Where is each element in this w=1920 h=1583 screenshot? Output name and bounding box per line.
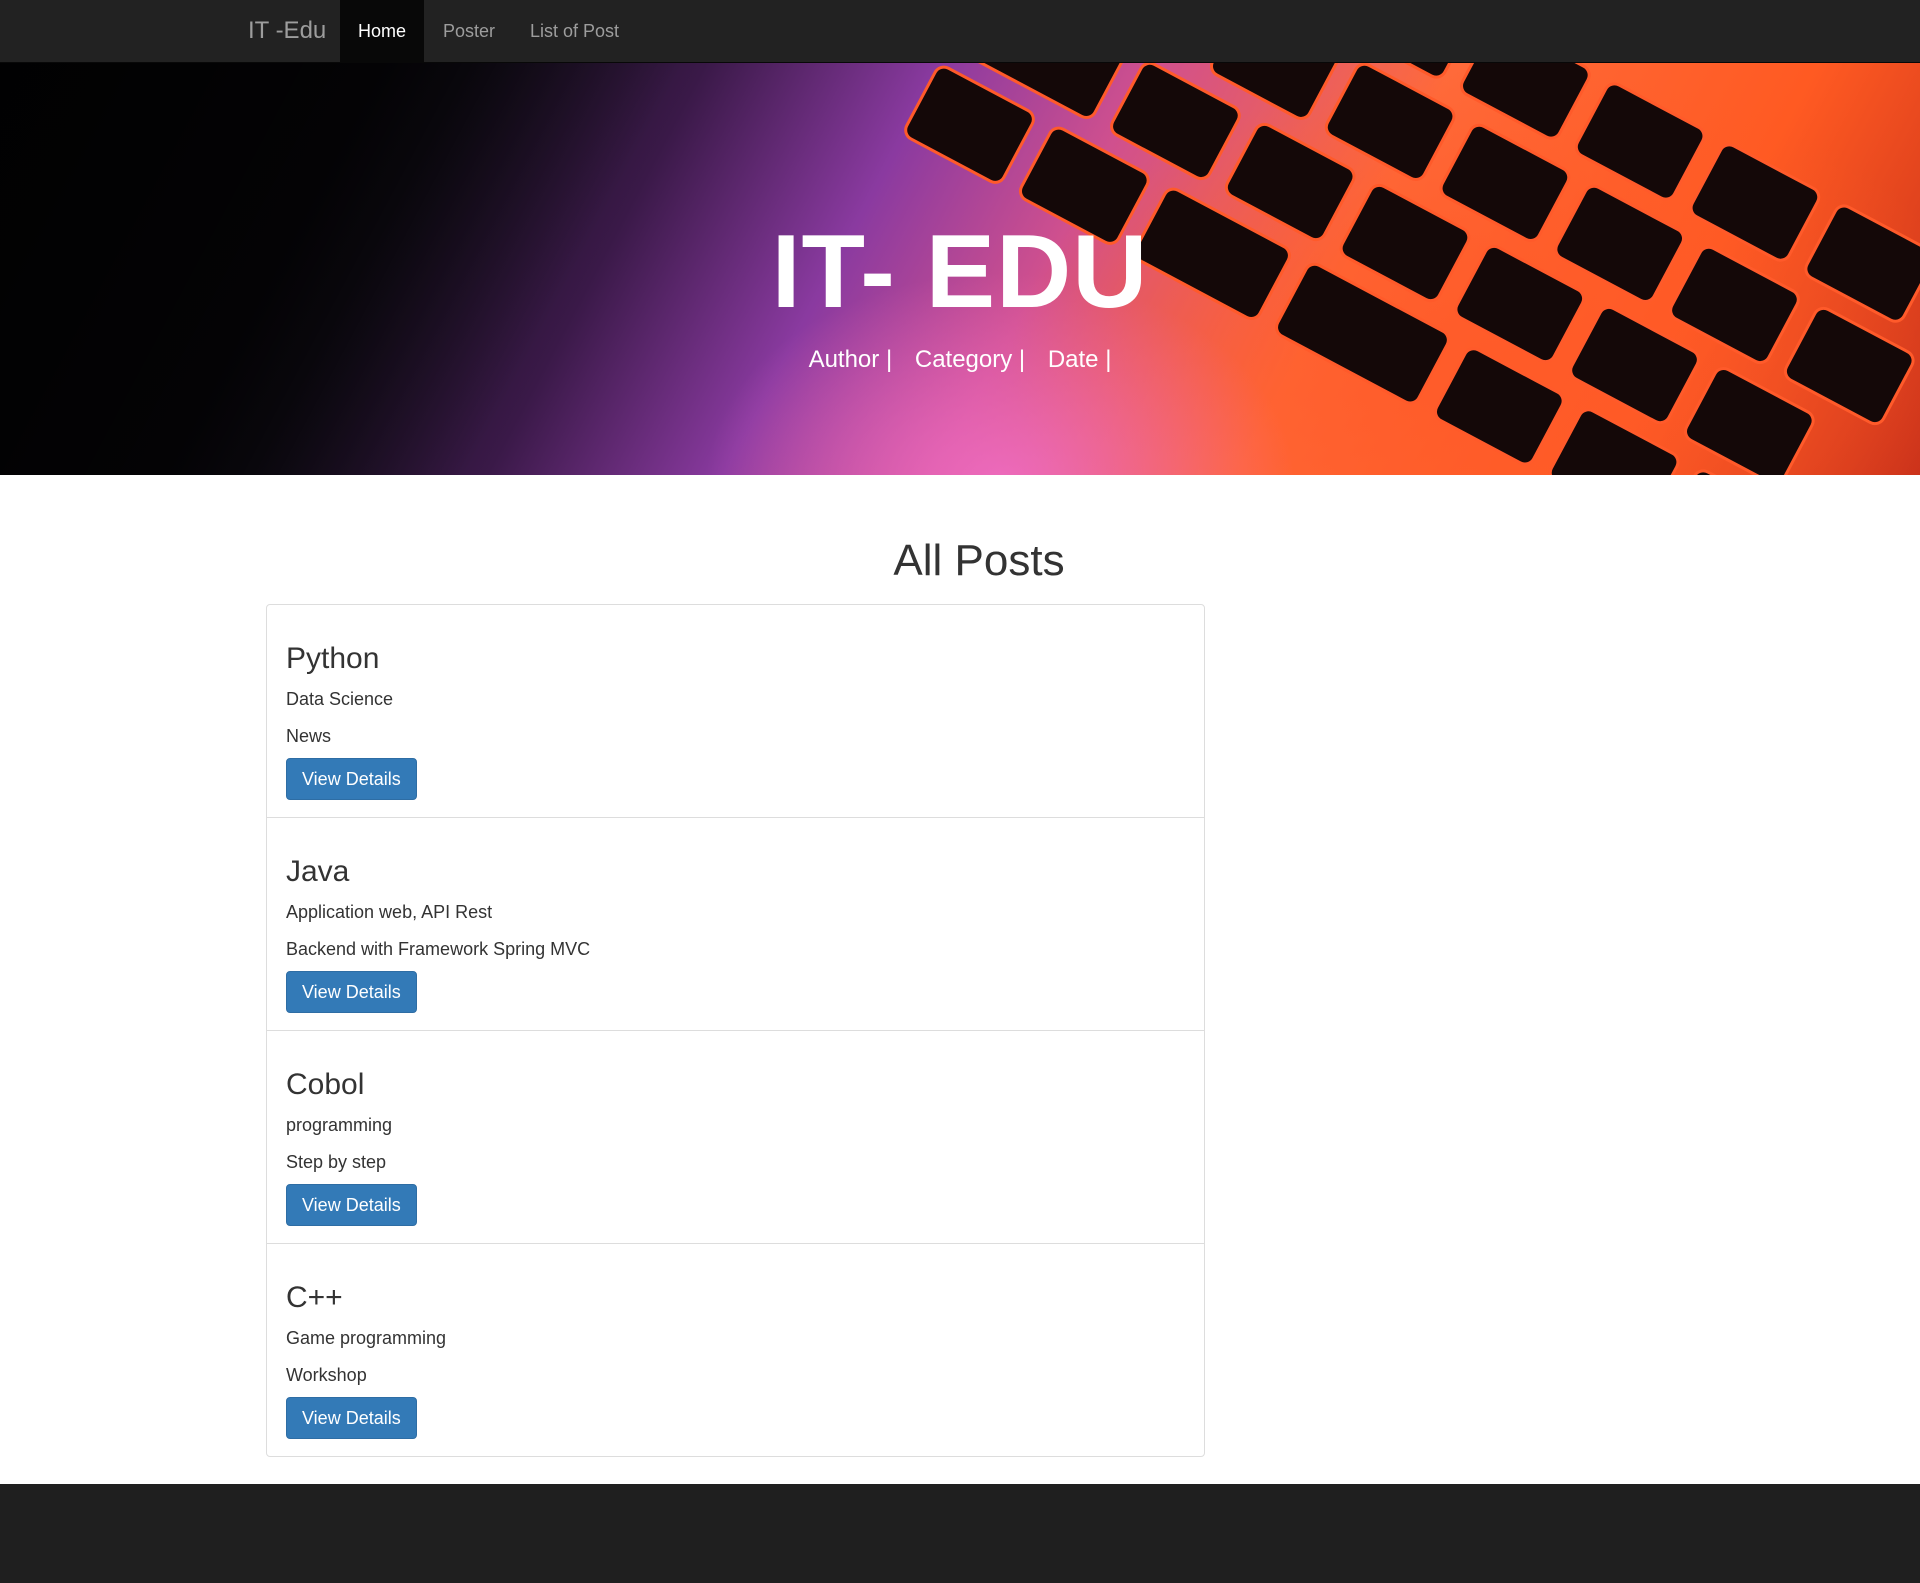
meta-category: Category | [914, 346, 1026, 373]
post-line: News [286, 726, 332, 746]
nav-item-home[interactable]: Home [340, 0, 425, 62]
hero-title: IT- EDU [771, 214, 1149, 330]
post-line: Backend with Framework Spring MVC [286, 939, 591, 959]
post-card: Java Application web, API Rest Backend w… [266, 817, 1205, 1031]
meta-author: Author | [808, 346, 893, 373]
post-card: C++ Game programming Workshop View Detai… [266, 1243, 1205, 1457]
post-card: Cobol programming Step by step View Deta… [266, 1030, 1205, 1244]
hero-meta: Author | Category | Date | [0, 346, 1920, 374]
page-title: All Posts [893, 536, 1065, 585]
post-line: Step by step [286, 1152, 387, 1172]
top-navbar: IT -Edu Home Poster List of Post [0, 0, 1920, 63]
post-line: Data Science [286, 689, 394, 709]
post-title: Cobol [286, 1068, 365, 1101]
brand-link[interactable]: IT -Edu [248, 0, 326, 63]
meta-date: Date | [1047, 346, 1112, 373]
view-details-button[interactable]: View Details [286, 758, 417, 800]
post-line: Application web, API Rest [286, 902, 493, 922]
post-line: Game programming [286, 1328, 447, 1348]
nav-item-list-of-post[interactable]: List of Post [512, 0, 637, 62]
post-line: programming [286, 1115, 393, 1135]
view-details-button[interactable]: View Details [286, 1397, 417, 1439]
post-title: Python [286, 642, 380, 675]
view-details-button[interactable]: View Details [286, 971, 417, 1013]
page-footer [0, 1484, 1920, 1583]
hero-banner: IT- EDU Author | Category | Date | [0, 63, 1920, 475]
view-details-button[interactable]: View Details [286, 1184, 417, 1226]
post-list: Python Data Science News View Details Ja… [266, 604, 1205, 1457]
nav-item-poster[interactable]: Poster [425, 0, 513, 62]
post-line: Workshop [286, 1365, 367, 1385]
post-title: C++ [286, 1281, 343, 1314]
post-card: Python Data Science News View Details [266, 604, 1205, 818]
post-title: Java [286, 855, 350, 888]
